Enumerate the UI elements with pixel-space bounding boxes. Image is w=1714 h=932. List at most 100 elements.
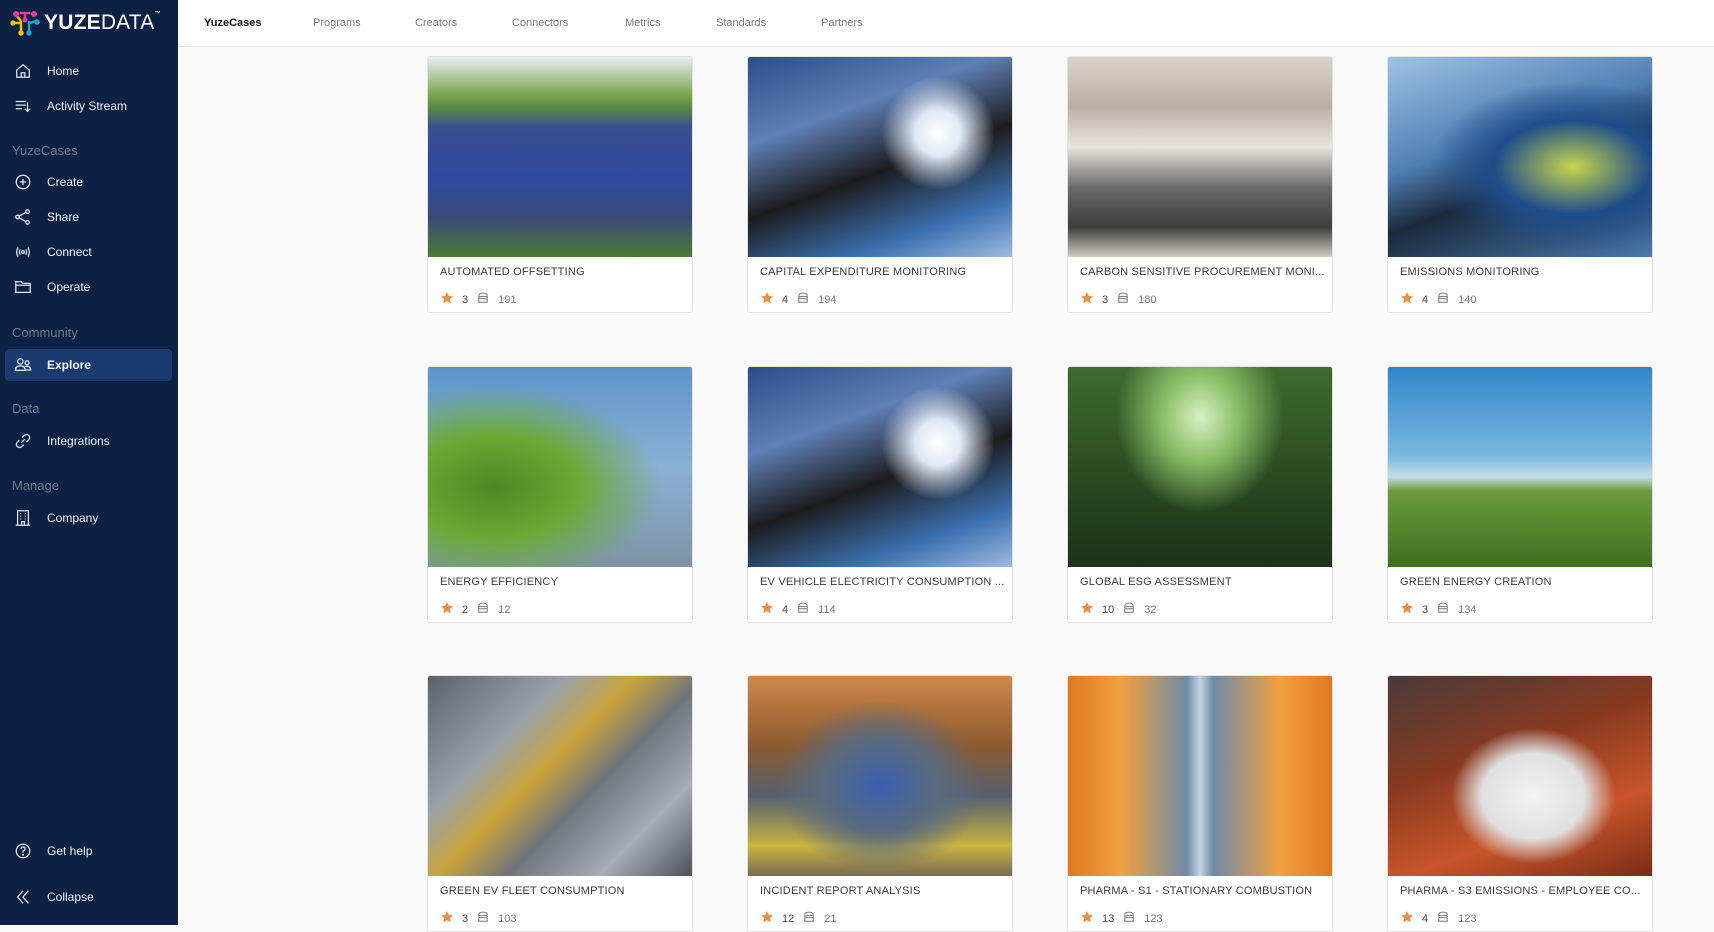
usage-count: 21 [824, 912, 837, 925]
tab-connectors[interactable]: Connectors [512, 17, 568, 29]
star-icon [760, 910, 774, 927]
section-title-community: Community [12, 325, 78, 340]
card-image-forest [1068, 367, 1332, 567]
yuzecase-card[interactable]: PHARMA - S3 EMISSIONS - EMPLOYEE CO... 4 1… [1387, 675, 1653, 932]
database-icon [1428, 291, 1450, 308]
database-icon [468, 601, 490, 618]
sidebar-item-label: Create [47, 175, 84, 189]
card-stats: 4 114 [760, 601, 836, 618]
card-title: CAPITAL EXPENDITURE MONITORING [760, 266, 967, 278]
sidebar-item-operate[interactable]: Operate [5, 271, 172, 303]
yuzecase-card[interactable]: CARBON SENSITIVE PROCUREMENT MONI... 3 180 [1067, 56, 1333, 313]
tab-yuzecases[interactable]: YuzeCases [204, 17, 261, 29]
card-image-ev-charger-solar [748, 57, 1012, 257]
usage-count: 180 [1138, 293, 1157, 306]
sidebar-item-activity-stream[interactable]: Activity Stream [5, 90, 172, 122]
chevrons-left-icon [13, 887, 33, 907]
section-title-manage: Manage [12, 478, 59, 493]
database-icon [794, 910, 816, 927]
card-title: PHARMA - S1 - STATIONARY COMBUSTION [1080, 885, 1313, 897]
logo-mark-icon [10, 11, 40, 36]
card-title: ENERGY EFFICIENCY [440, 576, 559, 588]
yuzecase-card[interactable]: CAPITAL EXPENDITURE MONITORING 4 194 [747, 56, 1013, 313]
yuzedata-logo[interactable]: YUZEDATA™ [10, 8, 161, 38]
database-icon [1108, 291, 1130, 308]
sidebar: YUZEDATA™ Home Activity Stream YuzeCases… [0, 0, 178, 925]
yuzecase-card[interactable]: ENERGY EFFICIENCY 2 12 [427, 366, 693, 623]
yuzecase-card[interactable]: EMISSIONS MONITORING 4 140 [1387, 56, 1653, 313]
star-icon [440, 291, 454, 308]
star-icon [1400, 601, 1414, 618]
sidebar-item-collapse[interactable]: Collapse [5, 881, 172, 913]
card-stats: 10 32 [1080, 601, 1157, 618]
usage-count: 191 [498, 293, 517, 306]
usage-count: 123 [1458, 912, 1477, 925]
sidebar-item-label: Company [47, 511, 99, 525]
sidebar-item-label: Collapse [47, 890, 94, 904]
card-stats: 13 123 [1080, 910, 1163, 927]
link-icon [13, 431, 33, 451]
yuzecase-card[interactable]: AUTOMATED OFFSETTING 3 191 [427, 56, 693, 313]
card-image-hard-hat-car [1388, 676, 1652, 876]
card-title: EMISSIONS MONITORING [1400, 266, 1540, 278]
card-stats: 4 123 [1400, 910, 1476, 927]
yuzecase-card[interactable]: INCIDENT REPORT ANALYSIS 12 21 [747, 675, 1013, 932]
star-icon [1080, 601, 1094, 618]
card-stats: 3 103 [440, 910, 516, 927]
sidebar-item-label: Share [47, 210, 80, 224]
card-title: INCIDENT REPORT ANALYSIS [760, 885, 921, 897]
star-count: 12 [782, 912, 795, 925]
card-title: GREEN ENERGY CREATION [1400, 576, 1552, 588]
tab-partners[interactable]: Partners [821, 17, 863, 29]
share-icon [13, 207, 33, 227]
star-icon [1400, 910, 1414, 927]
database-icon [1114, 910, 1136, 927]
card-image-worker-tablet [1388, 57, 1652, 257]
usage-count: 134 [1458, 603, 1477, 616]
folder-icon [13, 277, 33, 297]
card-stats: 3 180 [1080, 291, 1156, 308]
sidebar-item-connect[interactable]: Connect [5, 236, 172, 268]
yuzecase-card[interactable]: GREEN ENERGY CREATION 3 134 [1387, 366, 1653, 623]
activity-stream-icon [13, 96, 33, 116]
card-image-orange-robots [1068, 676, 1332, 876]
sidebar-item-explore[interactable]: Explore [5, 349, 172, 381]
tab-metrics[interactable]: Metrics [625, 17, 660, 29]
card-image-first-aid [748, 676, 1012, 876]
card-stats: 2 12 [440, 601, 510, 618]
users-icon [13, 355, 33, 375]
database-icon [788, 601, 810, 618]
tab-programs[interactable]: Programs [313, 17, 361, 29]
yuzecase-card[interactable]: PHARMA - S1 - STATIONARY COMBUSTION 13 123 [1067, 675, 1333, 932]
star-icon [1400, 291, 1414, 308]
sidebar-item-create[interactable]: Create [5, 166, 172, 198]
help-icon [13, 841, 33, 861]
sidebar-item-integrations[interactable]: Integrations [5, 425, 172, 457]
card-image-robot-assembly-line [428, 676, 692, 876]
sidebar-item-share[interactable]: Share [5, 201, 172, 233]
card-title: GLOBAL ESG ASSESSMENT [1080, 576, 1232, 588]
tab-creators[interactable]: Creators [415, 17, 457, 29]
brand-name: YUZEDATA™ [44, 11, 161, 34]
sidebar-item-label: Get help [47, 844, 93, 858]
broadcast-icon [13, 242, 33, 262]
top-nav: YuzeCases Programs Creators Connectors M… [178, 0, 1714, 47]
yuzecase-card[interactable]: GLOBAL ESG ASSESSMENT 10 32 [1067, 366, 1333, 623]
tab-standards[interactable]: Standards [716, 17, 766, 29]
home-icon [13, 61, 33, 81]
yuzecase-card[interactable]: EV VEHICLE ELECTRICITY CONSUMPTION ... 4 1… [747, 366, 1013, 623]
sidebar-item-get-help[interactable]: Get help [5, 835, 172, 867]
star-icon [1080, 910, 1094, 927]
sidebar-item-label: Activity Stream [47, 99, 128, 113]
sidebar-item-home[interactable]: Home [5, 55, 172, 87]
sidebar-item-label: Connect [47, 245, 92, 259]
star-count: 10 [1102, 603, 1115, 616]
section-title-data: Data [12, 401, 40, 416]
yuzecase-card[interactable]: GREEN EV FLEET CONSUMPTION 3 103 [427, 675, 693, 932]
sidebar-item-company[interactable]: Company [5, 502, 172, 534]
sidebar-item-label: Integrations [47, 434, 110, 448]
section-title-yuzecases: YuzeCases [12, 143, 78, 158]
card-image-ev-charger-solar [748, 367, 1012, 567]
card-stats: 4 140 [1400, 291, 1476, 308]
card-title: EV VEHICLE ELECTRICITY CONSUMPTION ... [760, 576, 1005, 588]
